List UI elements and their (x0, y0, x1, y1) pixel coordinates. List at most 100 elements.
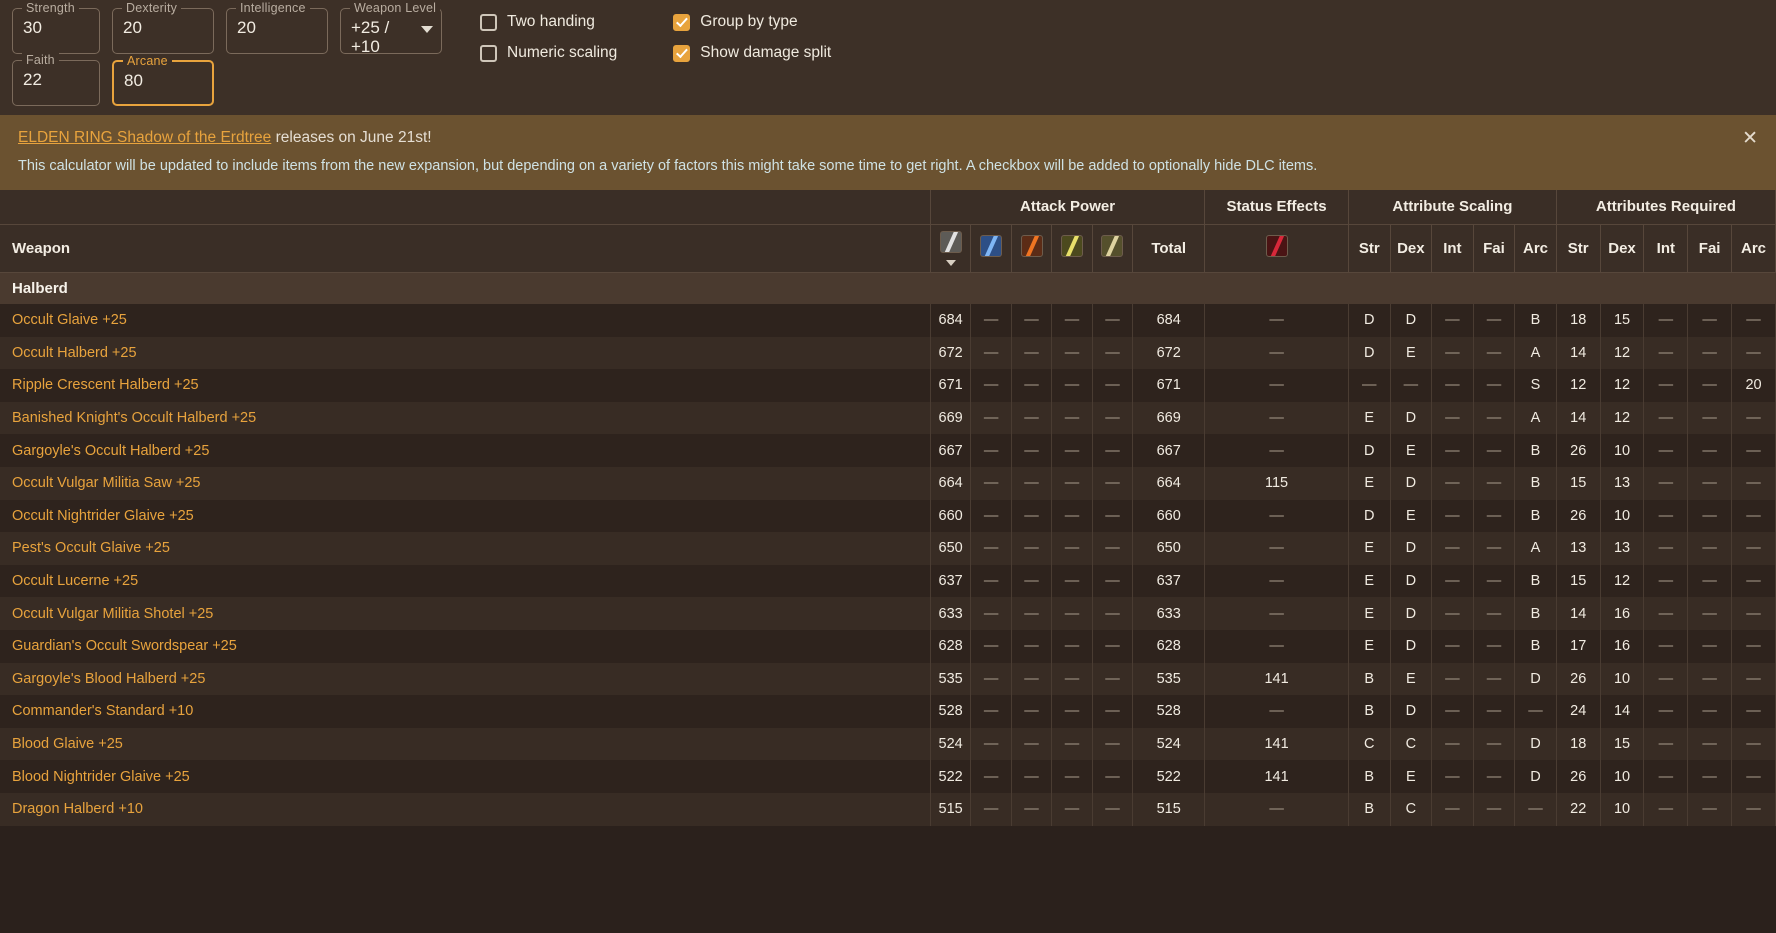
faith-field[interactable]: Faith 22 (12, 53, 100, 106)
column-header-required-dex[interactable]: Dex (1600, 224, 1645, 273)
cell-magic: — (970, 564, 1012, 598)
chevron-down-icon[interactable] (421, 26, 433, 33)
cell-required-int: — (1643, 532, 1689, 565)
cell-total: 524 (1132, 727, 1206, 761)
column-header-physical[interactable] (930, 224, 972, 273)
weapon-name-link[interactable]: Dragon Halberd +10 (0, 792, 931, 826)
cell-required-int: — (1643, 304, 1689, 337)
weapon-name-link[interactable]: Occult Vulgar Militia Shotel +25 (0, 597, 931, 630)
table-row[interactable]: Gargoyle's Blood Halberd +25 535— — — —535 14… (0, 662, 1776, 696)
column-header-required-str[interactable]: Str (1556, 224, 1601, 273)
weapon-name-link[interactable]: Occult Vulgar Militia Saw +25 (0, 466, 931, 500)
cell-required-arc: — (1731, 792, 1776, 826)
cell-total: 528 (1132, 695, 1206, 728)
cell-required-dex: 13 (1600, 532, 1645, 565)
cell-required-int: — (1643, 695, 1689, 728)
cell-scaling-str: B (1348, 760, 1391, 793)
weapon-name-link[interactable]: Gargoyle's Occult Halberd +25 (0, 434, 931, 467)
group-header-status-effects[interactable]: Status Effects (1204, 190, 1349, 225)
cell-physical: 637 (930, 564, 972, 598)
table-row[interactable]: Occult Lucerne +25 637— — — —637— E D — — B 15 12— —… (0, 564, 1776, 598)
group-header-attributes-required[interactable]: Attributes Required (1556, 190, 1776, 225)
cell-scaling-dex: E (1390, 336, 1433, 370)
table-row[interactable]: Blood Nightrider Glaive +25 522— — — —522 141… (0, 760, 1776, 793)
column-header-scaling-str[interactable]: Str (1348, 224, 1391, 273)
weapon-name-link[interactable]: Ripple Crescent Halberd +25 (0, 369, 931, 402)
table-row[interactable]: Dragon Halberd +10 515— — — —515— B C — — —22 10— —… (0, 792, 1776, 826)
checkbox-box[interactable] (480, 44, 497, 62)
column-header-scaling-fai[interactable]: Fai (1473, 224, 1516, 273)
column-header-bleed[interactable] (1204, 224, 1349, 273)
table-row[interactable]: Ripple Crescent Halberd +25 671— — — —671— — —… (0, 369, 1776, 402)
weapon-name-link[interactable]: Blood Nightrider Glaive +25 (0, 760, 931, 793)
column-header-scaling-int[interactable]: Int (1431, 224, 1474, 273)
cell-scaling-arc: A (1514, 532, 1557, 565)
dlc-link[interactable]: ELDEN RING Shadow of the Erdtree (18, 129, 271, 146)
table-row[interactable]: Commander's Standard +10 528— — — —528— B D — — —… (0, 695, 1776, 728)
column-header-scaling-arc[interactable]: Arc (1514, 224, 1557, 273)
column-header-total[interactable]: Total (1132, 224, 1206, 273)
column-header-holy[interactable] (1092, 224, 1134, 273)
strength-field[interactable]: Strength 30 (12, 1, 100, 54)
numeric-scaling-checkbox[interactable]: Numeric scaling (480, 44, 617, 62)
weapon-name-link[interactable]: Guardian's Occult Swordspear +25 (0, 629, 931, 663)
weapon-level-select[interactable]: Weapon Level +25 / +10 (340, 1, 442, 55)
cell-required-arc: — (1731, 434, 1776, 467)
cell-required-int: — (1643, 629, 1689, 663)
weapon-name-link[interactable]: Occult Nightrider Glaive +25 (0, 499, 931, 533)
cell-scaling-int: — (1431, 532, 1474, 565)
table-row[interactable]: Occult Nightrider Glaive +25 660— — — —660— D… (0, 499, 1776, 533)
weapon-table: Attack Power Status Effects Attribute Sc… (0, 190, 1776, 826)
table-row[interactable]: Occult Vulgar Militia Shotel +25 633— — — —6… (0, 597, 1776, 630)
weapon-name-link[interactable]: Occult Halberd +25 (0, 336, 931, 370)
weapon-name-link[interactable]: Commander's Standard +10 (0, 695, 931, 728)
weapon-name-link[interactable]: Gargoyle's Blood Halberd +25 (0, 662, 931, 696)
cell-physical: 669 (930, 401, 972, 435)
cell-required-fai: — (1687, 434, 1733, 467)
table-row[interactable]: Occult Glaive +25 684— — — —684— D D — — B 18 15— — — (0, 304, 1776, 337)
column-header-required-arc[interactable]: Arc (1731, 224, 1776, 273)
column-header-scaling-dex[interactable]: Dex (1390, 224, 1433, 273)
column-header-required-int[interactable]: Int (1643, 224, 1689, 273)
weapon-name-link[interactable]: Pest's Occult Glaive +25 (0, 532, 931, 565)
column-header-fire[interactable] (1011, 224, 1053, 273)
table-row[interactable]: Banished Knight's Occult Halberd +25 669—… (0, 401, 1776, 435)
column-header-weapon[interactable]: Weapon (0, 224, 931, 273)
cell-scaling-fai: — (1473, 499, 1516, 533)
checkbox-box[interactable] (673, 44, 691, 62)
close-icon[interactable]: ✕ (1742, 129, 1758, 148)
weapon-name-link[interactable]: Banished Knight's Occult Halberd +25 (0, 401, 931, 435)
cell-scaling-arc: B (1514, 304, 1557, 337)
two-handing-checkbox[interactable]: Two handing (480, 13, 617, 31)
column-header-required-fai[interactable]: Fai (1687, 224, 1733, 273)
column-header-lightning[interactable] (1051, 224, 1093, 273)
cell-scaling-str: E (1348, 564, 1391, 598)
cell-status-bleed: 141 (1204, 727, 1349, 761)
group-header-attribute-scaling[interactable]: Attribute Scaling (1348, 190, 1557, 225)
dexterity-field[interactable]: Dexterity 20 (112, 1, 214, 54)
table-row[interactable]: Occult Halberd +25 672— — — —672— D E — — A 14 12— —… (0, 336, 1776, 370)
cell-scaling-int: — (1431, 597, 1474, 630)
table-row[interactable]: Guardian's Occult Swordspear +25 628— — — —6… (0, 629, 1776, 663)
arcane-field[interactable]: Arcane 80 (112, 54, 214, 106)
intelligence-field[interactable]: Intelligence 20 (226, 1, 328, 54)
cell-required-str: 26 (1556, 760, 1601, 793)
weapon-name-link[interactable]: Occult Glaive +25 (0, 304, 931, 337)
cell-required-int: — (1643, 760, 1689, 793)
group-by-type-checkbox[interactable]: Group by type (673, 13, 831, 31)
checkbox-box[interactable] (673, 13, 691, 31)
group-header-attack-power[interactable]: Attack Power (930, 190, 1206, 225)
table-row[interactable]: Gargoyle's Occult Halberd +25 667— — — —667—… (0, 434, 1776, 467)
cell-required-str: 12 (1556, 369, 1601, 402)
table-row[interactable]: Occult Vulgar Militia Saw +25 664— — — —664 1… (0, 466, 1776, 500)
table-row[interactable]: Blood Glaive +25 524— — — —524 141 C C — — D 18 15— —… (0, 727, 1776, 761)
intelligence-value: 20 (237, 18, 256, 37)
weapon-name-link[interactable]: Occult Lucerne +25 (0, 564, 931, 598)
faith-value: 22 (23, 70, 42, 89)
weapon-name-link[interactable]: Blood Glaive +25 (0, 727, 931, 761)
checkbox-box[interactable] (480, 13, 497, 31)
show-damage-split-checkbox[interactable]: Show damage split (673, 44, 831, 62)
cell-required-str: 14 (1556, 597, 1601, 630)
table-row[interactable]: Pest's Occult Glaive +25 650— — — —650— E D — — A… (0, 532, 1776, 565)
column-header-magic[interactable] (970, 224, 1012, 273)
